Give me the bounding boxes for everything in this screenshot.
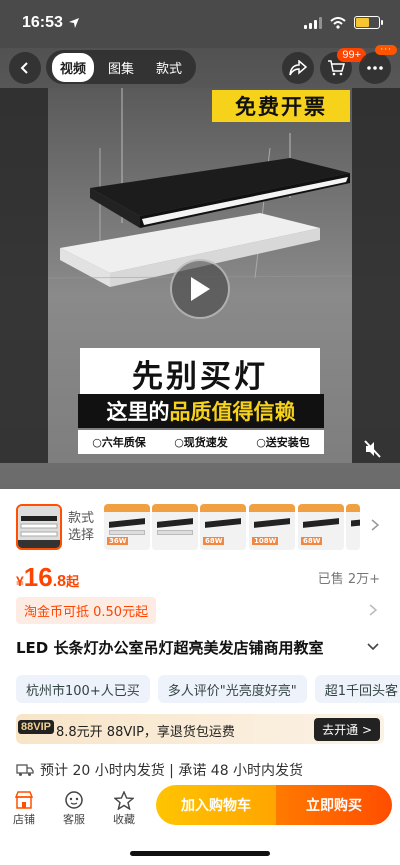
social-proof-tags: 杭州市100+人已买 多人评价"光亮度好亮" 超1千回头客 xyxy=(16,675,400,703)
shipping-text: 预计 20 小时内发货 | 承诺 48 小时内发货 xyxy=(40,763,304,779)
product-title: LED 长条灯办公室吊灯超亮美发店铺商用教室 xyxy=(16,639,324,657)
price-suffix: 起 xyxy=(66,574,80,589)
media-subline-highlight: 品质值得信赖 xyxy=(169,400,296,424)
add-to-cart-button[interactable]: 加入购物车 xyxy=(156,785,276,825)
chevron-right-icon[interactable] xyxy=(370,518,380,532)
truck-icon xyxy=(16,764,34,776)
shop-button[interactable]: 店铺 xyxy=(4,789,44,827)
share-button[interactable] xyxy=(282,52,314,84)
style-thumb[interactable]: 68W xyxy=(298,504,344,550)
sold-count: 已售 2万+ xyxy=(317,572,380,587)
chevron-right-icon xyxy=(369,604,378,616)
style-thumb[interactable]: 36W xyxy=(104,504,150,550)
thumb-watt-tag: 108W xyxy=(252,537,279,545)
style-picker[interactable]: 款式选择 36W 68W 108W 68W xyxy=(0,500,400,554)
thumb-watt-tag: 68W xyxy=(301,537,323,545)
price-integer: 16 xyxy=(23,562,53,592)
star-icon xyxy=(114,790,134,810)
status-time: 16:53 xyxy=(22,14,63,31)
service-label: 客服 xyxy=(63,813,85,826)
favorite-label: 收藏 xyxy=(113,813,135,826)
tab-video[interactable]: 视频 xyxy=(52,52,95,82)
style-thumb[interactable] xyxy=(152,504,198,550)
free-invoice-banner: 免费开票 xyxy=(212,90,350,122)
location-arrow-icon xyxy=(69,18,79,28)
coin-offer-row[interactable]: 淘金币可抵 0.50元起 xyxy=(16,597,384,624)
style-thumb[interactable]: 68W xyxy=(200,504,246,550)
more-dots-icon xyxy=(367,66,383,70)
style-main-thumb[interactable] xyxy=(16,504,62,550)
favorite-button[interactable]: 收藏 xyxy=(104,789,144,827)
price-decimal: .8 xyxy=(52,573,67,590)
mute-button[interactable] xyxy=(360,436,386,462)
back-button[interactable] xyxy=(9,52,41,84)
shipping-row[interactable]: 预计 20 小时内发货 | 承诺 48 小时内发货 xyxy=(16,760,384,780)
thumb-watt-tag: 36W xyxy=(107,537,129,545)
speaker-muted-icon xyxy=(364,440,381,458)
lamp-thumb-image xyxy=(18,506,60,548)
tag-chip[interactable]: 多人评价"光亮度好亮" xyxy=(157,675,307,703)
share-icon xyxy=(289,60,307,76)
media-subline-prefix: 这里的 xyxy=(106,400,170,424)
tag-chip[interactable]: 超1千回头客 xyxy=(314,675,400,703)
cellular-signal-icon xyxy=(304,16,322,29)
style-thumb[interactable] xyxy=(346,504,360,550)
tag-chip[interactable]: 杭州市100+人已买 xyxy=(16,675,150,703)
feature-item: ○送安装包 xyxy=(256,436,310,449)
price-row: ¥16.8起 已售 2万+ xyxy=(16,562,384,592)
buy-now-button[interactable]: 立即购买 xyxy=(276,785,392,825)
product-title-row[interactable]: LED 长条灯办公室吊灯超亮美发店铺商用教室 xyxy=(16,637,384,659)
coin-offer[interactable]: 淘金币可抵 0.50元起 xyxy=(16,597,157,624)
media-tabs: 视频 图集 款式 xyxy=(46,50,197,84)
feature-item: ○六年质保 xyxy=(92,436,146,449)
top-nav: 视频 图集 款式 99+ ··· xyxy=(0,45,400,84)
media-features: ○六年质保 ○现货速发 ○送安装包 xyxy=(78,430,324,454)
vip-activate-button[interactable]: 去开通 > xyxy=(314,718,380,741)
home-indicator xyxy=(130,851,270,856)
media-headline: 先别买灯 xyxy=(80,348,320,398)
bottom-action-bar: 店铺 客服 收藏 加入购物车 立即购买 xyxy=(0,783,400,835)
status-bar: 16:53 xyxy=(0,0,400,48)
more-badge: ··· xyxy=(375,45,397,55)
play-button[interactable] xyxy=(170,259,230,319)
style-thumb[interactable]: 108W xyxy=(249,504,295,550)
tab-styles[interactable]: 款式 xyxy=(148,53,190,82)
price-currency: ¥ xyxy=(16,573,24,589)
play-icon xyxy=(191,277,210,301)
feature-item: ○现货速发 xyxy=(174,436,228,449)
cart-icon xyxy=(328,60,345,76)
price: ¥16.8起 xyxy=(16,562,80,592)
shop-label: 店铺 xyxy=(13,813,35,826)
vip-text: 8.8元开 88VIP，享退货包运费 xyxy=(56,725,235,740)
service-button[interactable]: 客服 xyxy=(54,789,94,827)
vip-promo[interactable]: 88VIP 8.8元开 88VIP，享退货包运费 去开通 > xyxy=(16,714,384,744)
chevron-down-icon xyxy=(367,643,379,651)
tab-gallery[interactable]: 图集 xyxy=(100,53,142,82)
vip-badge: 88VIP xyxy=(18,720,54,734)
thumb-watt-tag: 68W xyxy=(203,537,225,545)
battery-icon xyxy=(354,16,383,29)
status-indicators xyxy=(304,16,383,29)
chat-icon xyxy=(65,791,83,809)
shop-icon xyxy=(14,791,34,809)
style-picker-label: 款式选择 xyxy=(68,511,95,543)
chevron-left-icon xyxy=(20,62,28,74)
more-button[interactable] xyxy=(359,52,391,84)
wifi-icon xyxy=(330,16,346,29)
media-subline: 这里的 品质值得信赖 xyxy=(78,394,324,428)
